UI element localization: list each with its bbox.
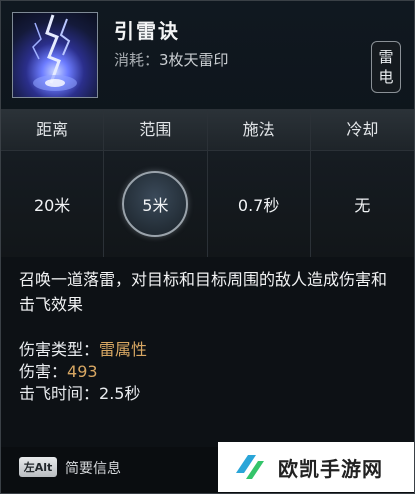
stat-range-highlight: 5米 [122,171,189,237]
stat-cooldown: 冷却 无 [310,110,414,258]
attr-damage-type-label: 伤害类型： [19,340,100,359]
stat-range-value: 5米 [142,196,169,215]
element-badge-char-1: 雷 [378,48,394,66]
attr-damage-type-value: 雷属性 [99,340,148,359]
stat-distance-label: 距离 [1,110,104,151]
cost-value: 3枚天雷印 [159,51,229,69]
stat-cast-label: 施法 [207,110,310,151]
attr-damage-type: 伤害类型：雷属性 [19,339,147,361]
element-badge-char-2: 电 [378,68,394,86]
stat-distance: 距离 20米 [1,110,105,258]
alt-key-hint[interactable]: 左Alt [19,457,57,477]
skill-name: 引雷诀 [114,19,180,43]
attr-damage-label: 伤害： [19,362,68,381]
skill-description: 召唤一道落雷，对目标和目标周围的敌人造成伤害和击飞效果 [19,270,388,314]
attr-knockup-label: 击飞时间： [19,384,100,403]
skill-tooltip-panel: 引雷诀 消耗：3枚天雷印 雷 电 距离 20米 范围 5米 施法 0.7秒 冷却 [0,0,415,494]
element-badge: 雷 电 [371,41,401,93]
skill-description-area: 召唤一道落雷，对目标和目标周围的敌人造成伤害和击飞效果 伤害类型：雷属性 伤害：… [1,257,414,447]
lightning-bolt-icon [32,14,77,91]
lightning-skill-icon [12,12,98,98]
attr-damage-value: 493 [67,362,98,381]
stat-range-label: 范围 [104,110,207,151]
stat-cast: 施法 0.7秒 [207,110,311,258]
attr-knockup-time: 击飞时间：2.5秒 [19,383,147,405]
attr-knockup-value: 2.5秒 [99,384,141,403]
stat-cooldown-value: 无 [354,196,371,215]
watermark-logo-icon [236,455,264,479]
skill-attributes: 伤害类型：雷属性 伤害：493 击飞时间：2.5秒 [19,339,147,405]
stat-distance-value: 20米 [33,196,71,215]
skill-stats-grid: 距离 20米 范围 5米 施法 0.7秒 冷却 无 [1,109,414,259]
skill-cost: 消耗：3枚天雷印 [114,49,229,70]
watermark-text: 欧凯手游网 [278,456,383,481]
cost-label: 消耗： [114,51,160,69]
stat-range: 范围 5米 [104,110,208,258]
stat-cooldown-label: 冷却 [310,110,414,151]
brief-info-label: 简要信息 [65,461,121,477]
stat-cast-value: 0.7秒 [237,196,280,215]
site-watermark: 欧凯手游网 [218,442,414,492]
skill-header: 引雷诀 消耗：3枚天雷印 雷 电 [1,1,414,105]
attr-damage: 伤害：493 [19,361,147,383]
